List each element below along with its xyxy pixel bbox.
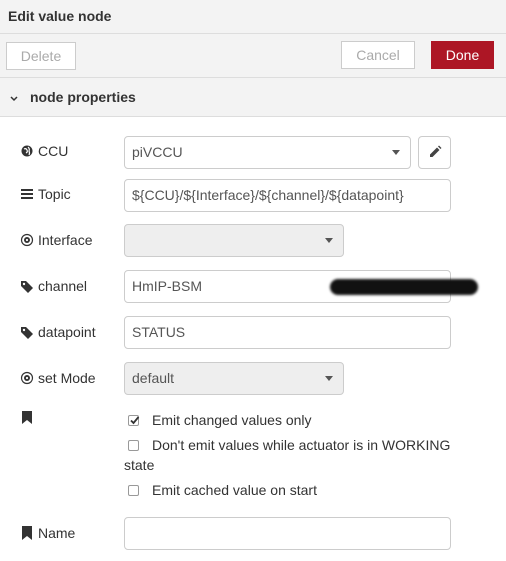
topic-label-row: Topic <box>20 186 71 202</box>
dont-emit-working-checkbox[interactable] <box>128 440 139 451</box>
redacted-mark <box>330 279 478 295</box>
channel-input[interactable]: HmIP-BSM <box>124 270 478 303</box>
dont-emit-working-label-cont: state <box>124 457 155 473</box>
datapoint-input[interactable]: STATUS <box>124 316 451 349</box>
dialog-toolbar: Delete Cancel Done <box>0 34 506 78</box>
topic-label: Topic <box>38 186 71 202</box>
tag-icon <box>20 279 34 293</box>
delete-button[interactable]: Delete <box>6 42 76 70</box>
ccu-label-row: CCU <box>20 143 68 159</box>
interface-label-row: Interface <box>20 232 92 248</box>
caret-down-icon <box>392 150 400 155</box>
channel-label: channel <box>38 278 88 294</box>
emit-changed-label: Emit changed values only <box>152 412 312 428</box>
cog-icon <box>20 233 34 247</box>
channel-label-row: channel <box>20 278 87 294</box>
ccu-select-value: piVCCU <box>132 144 183 160</box>
topic-input[interactable]: ${CCU}/${Interface}/${channel}/${datapoi… <box>124 179 451 212</box>
name-input[interactable] <box>124 517 451 550</box>
set-mode-label: set Mode <box>38 370 96 386</box>
set-mode-select-value: default <box>132 370 175 386</box>
caret-down-icon <box>325 238 333 243</box>
globe-icon <box>20 144 34 158</box>
tag-icon <box>20 325 34 339</box>
done-button[interactable]: Done <box>431 41 494 69</box>
bookmark-icon <box>20 526 34 540</box>
edit-ccu-button[interactable] <box>418 136 451 169</box>
name-label: Name <box>38 525 76 541</box>
ccu-label: CCU <box>38 143 69 159</box>
datapoint-label: datapoint <box>38 324 96 340</box>
cog-icon <box>20 371 34 385</box>
section-node-properties[interactable]: node properties <box>0 78 506 117</box>
dont-emit-working-label: Don't emit values while actuator is in W… <box>152 437 451 453</box>
cancel-button[interactable]: Cancel <box>341 41 415 69</box>
bookmark-icon <box>21 411 33 424</box>
datapoint-label-row: datapoint <box>20 324 96 340</box>
emit-cached-label: Emit cached value on start <box>152 482 317 498</box>
dialog-header: Edit value node <box>0 0 506 34</box>
emit-cached-checkbox[interactable] <box>128 485 139 496</box>
channel-input-value: HmIP-BSM <box>132 278 202 294</box>
set-mode-label-row: set Mode <box>20 370 96 386</box>
emit-changed-checkbox[interactable] <box>128 415 140 426</box>
interface-label: Interface <box>38 232 93 248</box>
name-label-row: Name <box>20 525 75 541</box>
caret-down-icon <box>325 376 333 381</box>
dialog-title: Edit value node <box>8 8 112 24</box>
interface-select[interactable] <box>124 224 344 257</box>
section-title: node properties <box>30 89 136 105</box>
ccu-select[interactable]: piVCCU <box>124 136 411 169</box>
set-mode-select[interactable]: default <box>124 362 344 395</box>
chevron-down-icon <box>9 91 19 102</box>
pencil-icon <box>430 145 442 157</box>
list-icon <box>20 187 34 201</box>
